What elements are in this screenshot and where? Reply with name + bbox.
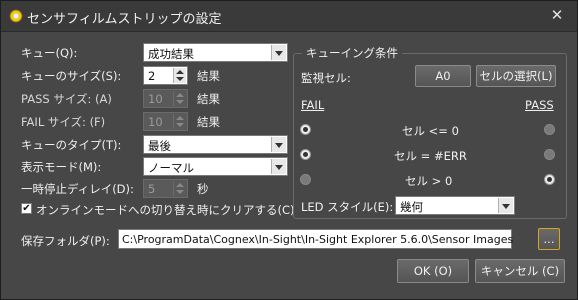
condition-gt-zero-label: セル > 0 bbox=[405, 174, 453, 188]
fail-size-unit: 結果 bbox=[197, 115, 220, 129]
fail-radio-le-zero[interactable] bbox=[300, 124, 311, 135]
pass-radio-gt-zero[interactable] bbox=[544, 174, 555, 185]
queue-select-value: 成功結果 bbox=[148, 47, 194, 61]
pass-size-unit: 結果 bbox=[197, 92, 220, 106]
window-title: センサフィルムストリップの設定 bbox=[27, 12, 222, 27]
browse-button[interactable]: ... bbox=[538, 228, 560, 250]
chevron-down-icon[interactable] bbox=[271, 137, 286, 152]
pass-size-stepper[interactable]: 10 bbox=[143, 89, 188, 108]
monitor-cell-label: 監視セル: bbox=[301, 71, 351, 85]
pass-radio-le-zero[interactable] bbox=[544, 124, 555, 135]
condition-le-zero-label: セル <= 0 bbox=[402, 124, 459, 138]
display-mode-select[interactable]: ノーマル bbox=[143, 157, 288, 176]
ok-button[interactable]: OK (O) bbox=[397, 259, 469, 283]
pass-radio-err[interactable] bbox=[544, 149, 555, 160]
pause-delay-value: 5 bbox=[148, 182, 156, 196]
stepper-arrows-icon[interactable] bbox=[173, 114, 186, 129]
stepper-arrows-icon[interactable] bbox=[173, 68, 186, 83]
led-style-value: 幾何 bbox=[400, 200, 423, 214]
pause-delay-stepper[interactable]: 5 bbox=[143, 179, 188, 198]
close-icon[interactable]: ✕ bbox=[549, 7, 565, 23]
queue-conditions-legend: キューイング条件 bbox=[302, 45, 402, 61]
monitor-cell-value: A0 bbox=[415, 65, 471, 87]
queue-type-label: キューのタイプ(T): bbox=[21, 138, 122, 152]
pass-size-label: PASS サイズ: (A) bbox=[21, 92, 112, 106]
queue-size-stepper[interactable]: 2 bbox=[143, 66, 188, 85]
pass-header: PASS bbox=[525, 98, 554, 112]
display-mode-label: 表示モード(M): bbox=[21, 160, 102, 174]
select-cell-button[interactable]: セルの選択(L) bbox=[476, 65, 556, 87]
stepper-arrows-icon[interactable] bbox=[173, 91, 186, 106]
queue-type-select[interactable]: 最後 bbox=[143, 135, 288, 154]
app-icon bbox=[9, 9, 23, 23]
queue-select[interactable]: 成功結果 bbox=[143, 43, 288, 62]
queue-label: キュー(Q): bbox=[21, 46, 78, 60]
pause-delay-label: 一時停止ディレイ(D): bbox=[21, 182, 134, 196]
chevron-down-icon[interactable] bbox=[271, 45, 286, 60]
cancel-button[interactable]: キャンセル (C) bbox=[475, 259, 565, 283]
queue-size-unit: 結果 bbox=[197, 69, 220, 83]
queue-type-value: 最後 bbox=[148, 139, 171, 153]
save-folder-input[interactable]: C:\ProgramData\Cognex\In-Sight\In-Sight … bbox=[118, 229, 514, 249]
chevron-down-icon[interactable] bbox=[271, 159, 286, 174]
pause-delay-unit: 秒 bbox=[197, 182, 209, 196]
condition-err-label: セル = #ERR bbox=[394, 149, 467, 163]
title-bar[interactable]: センサフィルムストリップの設定 ✕ bbox=[1, 1, 577, 32]
fail-header: FAIL bbox=[301, 98, 325, 112]
fail-size-stepper[interactable]: 10 bbox=[143, 112, 188, 131]
chevron-down-icon[interactable] bbox=[498, 198, 513, 213]
save-folder-label: 保存フォルダ(P): bbox=[21, 234, 110, 248]
led-style-select[interactable]: 幾何 bbox=[395, 196, 515, 215]
clear-on-online-label[interactable]: オンラインモードへの切り替え時にクリアする(C) bbox=[36, 202, 295, 218]
fail-size-label: FAIL サイズ: (F) bbox=[21, 115, 106, 129]
display-mode-value: ノーマル bbox=[148, 161, 194, 175]
stepper-arrows-icon[interactable] bbox=[173, 181, 186, 196]
fail-radio-err[interactable] bbox=[300, 149, 311, 160]
fail-radio-gt-zero[interactable] bbox=[300, 174, 311, 185]
led-style-label: LED スタイル(E): bbox=[301, 200, 394, 214]
queue-size-value: 2 bbox=[148, 69, 156, 83]
fail-size-value: 10 bbox=[148, 115, 163, 129]
queue-size-label: キューのサイズ(S): bbox=[21, 69, 122, 83]
settings-dialog: センサフィルムストリップの設定 ✕ キュー(Q): 成功結果 キューのサイズ(S… bbox=[0, 0, 578, 300]
pass-size-value: 10 bbox=[148, 92, 163, 106]
clear-on-online-checkbox[interactable]: ✔ bbox=[21, 203, 32, 214]
save-folder-path: C:\ProgramData\Cognex\In-Sight\In-Sight … bbox=[122, 233, 514, 246]
